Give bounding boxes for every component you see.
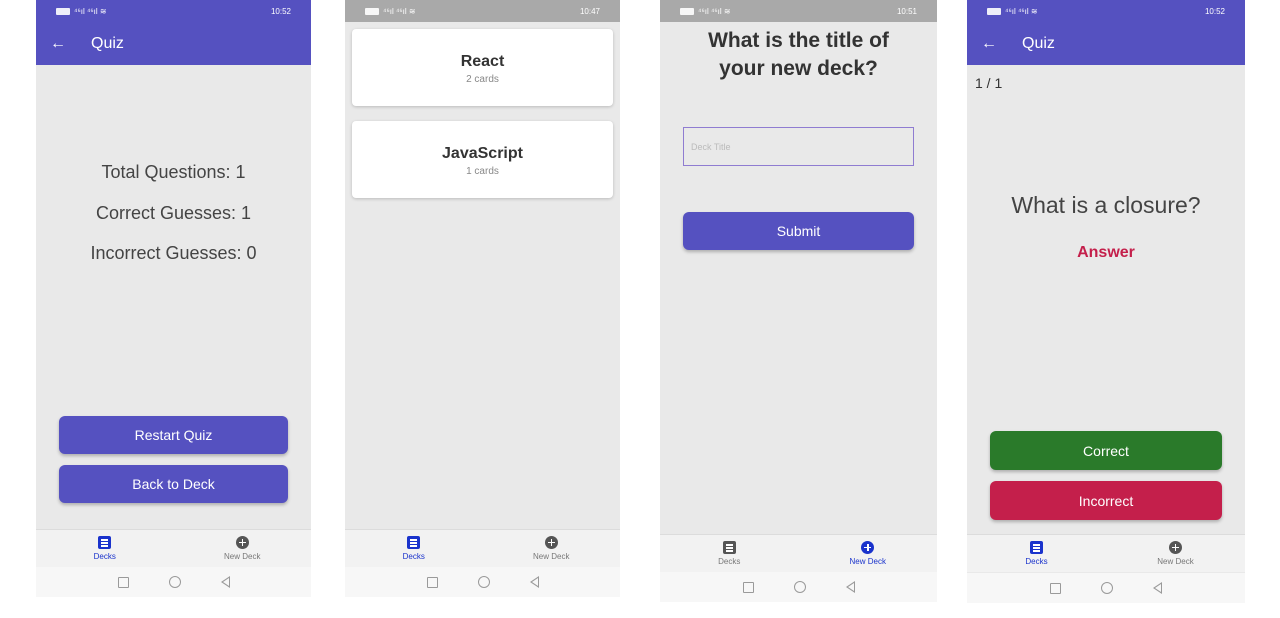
system-nav-bar xyxy=(660,572,937,602)
incorrect-guesses: Incorrect Guesses: 0 xyxy=(90,243,257,263)
tab-decks[interactable]: Decks xyxy=(345,530,483,567)
tab-new-deck-label: New Deck xyxy=(849,557,886,566)
signal-icons: ⁴⁶ıl ⁴⁶ıl ≋ xyxy=(56,7,107,16)
incorrect-button[interactable]: Incorrect xyxy=(990,481,1222,520)
tab-decks-label: Decks xyxy=(402,552,425,561)
deck-card[interactable]: React 2 cards xyxy=(352,29,613,106)
correct-button[interactable]: Correct xyxy=(990,431,1222,470)
deck-title: JavaScript xyxy=(442,145,523,162)
bottom-tab-bar: Decks New Deck xyxy=(967,534,1245,572)
tab-decks-label: Decks xyxy=(93,552,116,561)
signal-icons: ⁴⁶ıl ⁴⁶ıl ≋ xyxy=(680,7,731,16)
tab-new-deck[interactable]: New Deck xyxy=(1106,535,1245,572)
list-icon xyxy=(1030,541,1043,554)
question-counter: 1 / 1 xyxy=(975,75,1003,91)
recents-icon[interactable] xyxy=(426,576,438,588)
quiz-question-screen: ⁴⁶ıl ⁴⁶ıl ≋ 10:52 ← Quiz 1 / 1 What is a… xyxy=(967,0,1245,603)
status-bar: ⁴⁶ıl ⁴⁶ıl ≋ 10:51 xyxy=(660,0,937,22)
deck-card-count: 1 cards xyxy=(466,166,499,177)
tab-decks[interactable]: Decks xyxy=(36,530,174,567)
list-icon xyxy=(722,541,736,554)
new-deck-question: What is the title of your new deck? xyxy=(708,29,889,80)
bottom-tab-bar: Decks New Deck xyxy=(36,529,311,567)
system-nav-bar xyxy=(36,567,311,597)
back-arrow-icon[interactable]: ← xyxy=(36,35,76,53)
total-questions: Total Questions: 1 xyxy=(101,162,246,182)
sim-icon xyxy=(56,7,70,15)
list-icon xyxy=(407,536,421,549)
recents-icon[interactable] xyxy=(1050,582,1061,594)
tab-new-deck-label: New Deck xyxy=(533,552,570,561)
list-icon xyxy=(98,536,112,549)
status-time: 10:47 xyxy=(579,6,600,16)
plus-circle-icon xyxy=(544,536,558,549)
tab-new-deck[interactable]: New Deck xyxy=(483,530,621,567)
home-icon[interactable] xyxy=(477,576,490,588)
sim-icon xyxy=(680,7,694,15)
bottom-tab-bar: Decks New Deck xyxy=(345,529,620,567)
signal-icons: ⁴⁶ıl ⁴⁶ıl ≋ xyxy=(987,7,1038,16)
header-title: Quiz xyxy=(1022,34,1055,52)
show-answer-link[interactable]: Answer xyxy=(967,244,1245,262)
tab-new-deck[interactable]: New Deck xyxy=(174,530,312,567)
status-bar: ⁴⁶ıl ⁴⁶ıl ≋ 10:52 xyxy=(36,0,311,22)
tab-decks[interactable]: Decks xyxy=(660,535,799,572)
quiz-results-screen: ⁴⁶ıl ⁴⁶ıl ≋ 10:52 ← Quiz Total Questions… xyxy=(36,0,311,597)
submit-button[interactable]: Submit xyxy=(683,212,914,250)
correct-guesses: Correct Guesses: 1 xyxy=(95,203,252,223)
bottom-tab-bar: Decks New Deck xyxy=(660,534,937,572)
sim-icon xyxy=(365,7,379,15)
restart-quiz-button[interactable]: Restart Quiz xyxy=(59,416,288,454)
back-nav-icon[interactable] xyxy=(220,576,230,588)
back-nav-icon[interactable] xyxy=(1153,582,1162,594)
plus-circle-icon xyxy=(1169,541,1182,554)
tab-decks-label: Decks xyxy=(718,557,741,566)
tab-new-deck-label: New Deck xyxy=(224,552,261,561)
app-header: ← Quiz xyxy=(36,22,311,65)
status-time: 10:51 xyxy=(896,6,917,16)
system-nav-bar xyxy=(345,567,620,597)
back-arrow-icon[interactable]: ← xyxy=(967,35,1007,53)
plus-circle-icon xyxy=(861,541,875,554)
back-to-deck-button[interactable]: Back to Deck xyxy=(59,465,288,503)
home-icon[interactable] xyxy=(1101,582,1113,594)
plus-circle-icon xyxy=(235,536,249,549)
tab-new-deck[interactable]: New Deck xyxy=(799,535,938,572)
tab-decks[interactable]: Decks xyxy=(967,535,1106,572)
back-nav-icon[interactable] xyxy=(845,581,855,593)
home-icon[interactable] xyxy=(793,581,806,593)
app-header: ← Quiz xyxy=(967,22,1245,65)
status-bar: ⁴⁶ıl ⁴⁶ıl ≋ 10:52 xyxy=(967,0,1245,22)
header-title: Quiz xyxy=(91,34,124,52)
tab-decks-label: Decks xyxy=(1025,557,1048,566)
signal-icons: ⁴⁶ıl ⁴⁶ıl ≋ xyxy=(365,7,416,16)
deck-card[interactable]: JavaScript 1 cards xyxy=(352,121,613,198)
sim-icon xyxy=(987,7,1001,15)
tab-new-deck-label: New Deck xyxy=(1157,557,1194,566)
deck-title: React xyxy=(460,53,505,70)
quiz-question: What is a closure? xyxy=(1011,192,1201,218)
deck-card-count: 2 cards xyxy=(466,74,499,85)
status-bar: ⁴⁶ıl ⁴⁶ıl ≋ 10:47 xyxy=(345,0,620,22)
deck-list-screen: ⁴⁶ıl ⁴⁶ıl ≋ 10:47 React 2 cards JavaScri… xyxy=(345,0,620,597)
status-time: 10:52 xyxy=(1204,6,1225,16)
recents-icon[interactable] xyxy=(117,576,129,588)
new-deck-screen: ⁴⁶ıl ⁴⁶ıl ≋ 10:51 What is the title of y… xyxy=(660,0,937,602)
home-icon[interactable] xyxy=(168,576,181,588)
system-nav-bar xyxy=(967,573,1245,603)
deck-title-input[interactable] xyxy=(683,127,914,166)
back-nav-icon[interactable] xyxy=(529,576,539,588)
recents-icon[interactable] xyxy=(742,581,754,593)
status-time: 10:52 xyxy=(270,6,291,16)
